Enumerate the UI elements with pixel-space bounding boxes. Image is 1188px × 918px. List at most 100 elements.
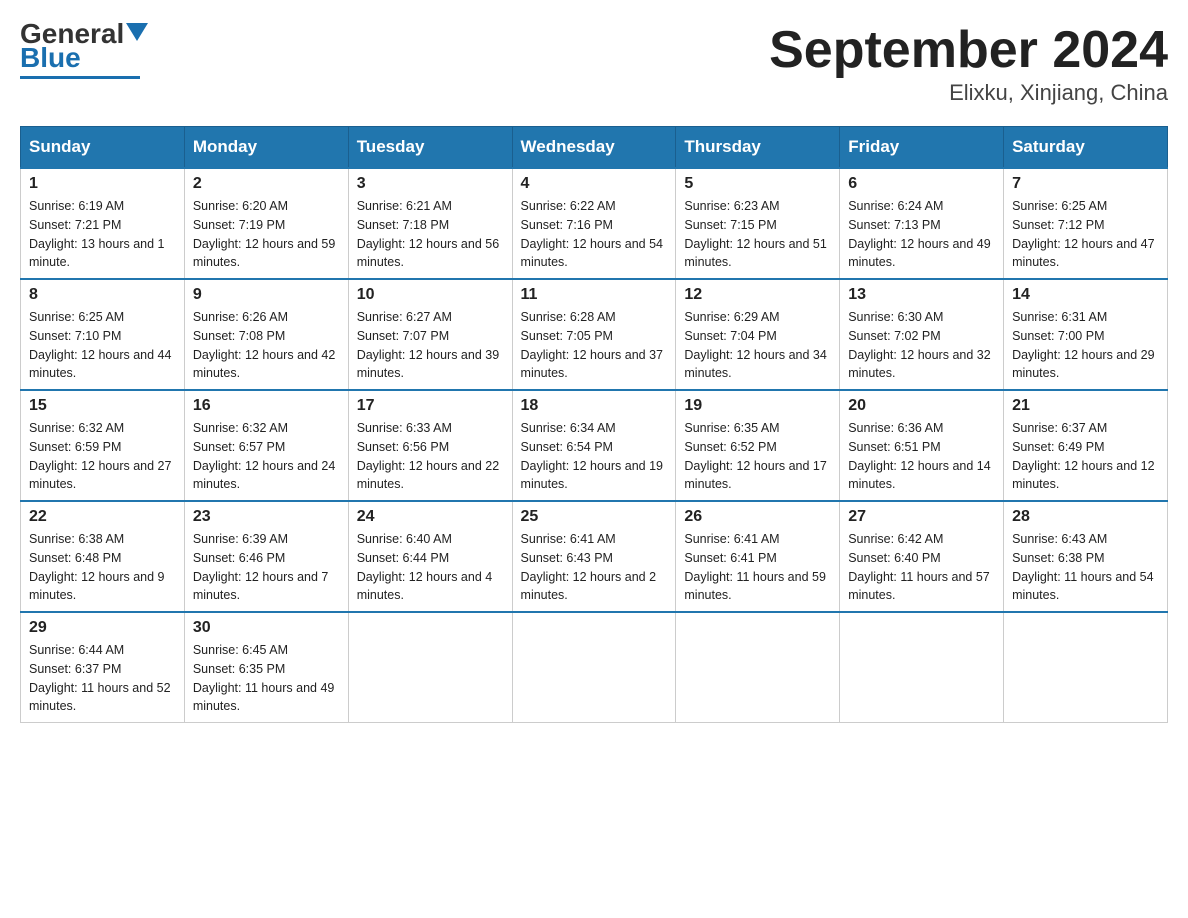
day-number: 23: [193, 508, 340, 526]
header-sunday: Sunday: [21, 127, 185, 169]
day-info: Sunrise: 6:21 AM Sunset: 7:18 PM Dayligh…: [357, 197, 504, 272]
sunrise-label: Sunrise: 6:37 AM: [1012, 421, 1107, 435]
day-info: Sunrise: 6:37 AM Sunset: 6:49 PM Dayligh…: [1012, 419, 1159, 494]
daylight-label: Daylight: 12 hours and 7 minutes.: [193, 570, 329, 603]
sunrise-label: Sunrise: 6:41 AM: [521, 532, 616, 546]
table-row: [840, 612, 1004, 723]
logo-blue-text: Blue: [20, 44, 81, 72]
daylight-label: Daylight: 12 hours and 49 minutes.: [848, 237, 990, 270]
daylight-label: Daylight: 12 hours and 51 minutes.: [684, 237, 826, 270]
day-number: 4: [521, 175, 668, 193]
sunset-label: Sunset: 7:02 PM: [848, 329, 940, 343]
daylight-label: Daylight: 12 hours and 56 minutes.: [357, 237, 499, 270]
daylight-label: Daylight: 12 hours and 54 minutes.: [521, 237, 663, 270]
daylight-label: Daylight: 12 hours and 22 minutes.: [357, 459, 499, 492]
calendar-week-row: 22 Sunrise: 6:38 AM Sunset: 6:48 PM Dayl…: [21, 501, 1168, 612]
day-info: Sunrise: 6:41 AM Sunset: 6:43 PM Dayligh…: [521, 530, 668, 605]
day-number: 2: [193, 175, 340, 193]
table-row: 18 Sunrise: 6:34 AM Sunset: 6:54 PM Dayl…: [512, 390, 676, 501]
sunrise-label: Sunrise: 6:38 AM: [29, 532, 124, 546]
table-row: 22 Sunrise: 6:38 AM Sunset: 6:48 PM Dayl…: [21, 501, 185, 612]
sunset-label: Sunset: 6:57 PM: [193, 440, 285, 454]
sunset-label: Sunset: 6:51 PM: [848, 440, 940, 454]
day-info: Sunrise: 6:27 AM Sunset: 7:07 PM Dayligh…: [357, 308, 504, 383]
title-area: September 2024 Elixku, Xinjiang, China: [769, 20, 1168, 106]
table-row: 19 Sunrise: 6:35 AM Sunset: 6:52 PM Dayl…: [676, 390, 840, 501]
day-info: Sunrise: 6:31 AM Sunset: 7:00 PM Dayligh…: [1012, 308, 1159, 383]
day-info: Sunrise: 6:36 AM Sunset: 6:51 PM Dayligh…: [848, 419, 995, 494]
table-row: 6 Sunrise: 6:24 AM Sunset: 7:13 PM Dayli…: [840, 168, 1004, 279]
sunset-label: Sunset: 7:18 PM: [357, 218, 449, 232]
day-number: 1: [29, 175, 176, 193]
day-number: 21: [1012, 397, 1159, 415]
sunset-label: Sunset: 6:52 PM: [684, 440, 776, 454]
daylight-label: Daylight: 12 hours and 14 minutes.: [848, 459, 990, 492]
daylight-label: Daylight: 12 hours and 27 minutes.: [29, 459, 171, 492]
day-info: Sunrise: 6:29 AM Sunset: 7:04 PM Dayligh…: [684, 308, 831, 383]
table-row: 12 Sunrise: 6:29 AM Sunset: 7:04 PM Dayl…: [676, 279, 840, 390]
day-number: 27: [848, 508, 995, 526]
daylight-label: Daylight: 12 hours and 24 minutes.: [193, 459, 335, 492]
table-row: 15 Sunrise: 6:32 AM Sunset: 6:59 PM Dayl…: [21, 390, 185, 501]
daylight-label: Daylight: 12 hours and 19 minutes.: [521, 459, 663, 492]
sunrise-label: Sunrise: 6:32 AM: [193, 421, 288, 435]
sunrise-label: Sunrise: 6:22 AM: [521, 199, 616, 213]
sunrise-label: Sunrise: 6:39 AM: [193, 532, 288, 546]
sunrise-label: Sunrise: 6:23 AM: [684, 199, 779, 213]
header-wednesday: Wednesday: [512, 127, 676, 169]
day-number: 8: [29, 286, 176, 304]
day-info: Sunrise: 6:25 AM Sunset: 7:12 PM Dayligh…: [1012, 197, 1159, 272]
header-saturday: Saturday: [1004, 127, 1168, 169]
sunrise-label: Sunrise: 6:32 AM: [29, 421, 124, 435]
table-row: 11 Sunrise: 6:28 AM Sunset: 7:05 PM Dayl…: [512, 279, 676, 390]
sunrise-label: Sunrise: 6:33 AM: [357, 421, 452, 435]
table-row: 28 Sunrise: 6:43 AM Sunset: 6:38 PM Dayl…: [1004, 501, 1168, 612]
sunrise-label: Sunrise: 6:29 AM: [684, 310, 779, 324]
weekday-header-row: Sunday Monday Tuesday Wednesday Thursday…: [21, 127, 1168, 169]
day-info: Sunrise: 6:34 AM Sunset: 6:54 PM Dayligh…: [521, 419, 668, 494]
day-info: Sunrise: 6:40 AM Sunset: 6:44 PM Dayligh…: [357, 530, 504, 605]
sunrise-label: Sunrise: 6:25 AM: [1012, 199, 1107, 213]
table-row: 10 Sunrise: 6:27 AM Sunset: 7:07 PM Dayl…: [348, 279, 512, 390]
sunset-label: Sunset: 6:56 PM: [357, 440, 449, 454]
day-info: Sunrise: 6:44 AM Sunset: 6:37 PM Dayligh…: [29, 641, 176, 716]
logo-underline: [20, 76, 140, 79]
day-number: 9: [193, 286, 340, 304]
day-info: Sunrise: 6:22 AM Sunset: 7:16 PM Dayligh…: [521, 197, 668, 272]
day-number: 10: [357, 286, 504, 304]
month-title: September 2024: [769, 20, 1168, 80]
day-info: Sunrise: 6:32 AM Sunset: 6:59 PM Dayligh…: [29, 419, 176, 494]
day-number: 18: [521, 397, 668, 415]
day-number: 16: [193, 397, 340, 415]
sunset-label: Sunset: 7:04 PM: [684, 329, 776, 343]
day-number: 6: [848, 175, 995, 193]
table-row: [676, 612, 840, 723]
day-info: Sunrise: 6:41 AM Sunset: 6:41 PM Dayligh…: [684, 530, 831, 605]
sunset-label: Sunset: 6:37 PM: [29, 662, 121, 676]
table-row: 25 Sunrise: 6:41 AM Sunset: 6:43 PM Dayl…: [512, 501, 676, 612]
sunset-label: Sunset: 6:38 PM: [1012, 551, 1104, 565]
daylight-label: Daylight: 12 hours and 29 minutes.: [1012, 348, 1154, 381]
day-info: Sunrise: 6:42 AM Sunset: 6:40 PM Dayligh…: [848, 530, 995, 605]
sunset-label: Sunset: 6:44 PM: [357, 551, 449, 565]
daylight-label: Daylight: 11 hours and 49 minutes.: [193, 681, 335, 714]
table-row: 8 Sunrise: 6:25 AM Sunset: 7:10 PM Dayli…: [21, 279, 185, 390]
table-row: [348, 612, 512, 723]
sunset-label: Sunset: 7:10 PM: [29, 329, 121, 343]
daylight-label: Daylight: 12 hours and 44 minutes.: [29, 348, 171, 381]
table-row: 21 Sunrise: 6:37 AM Sunset: 6:49 PM Dayl…: [1004, 390, 1168, 501]
header-friday: Friday: [840, 127, 1004, 169]
sunrise-label: Sunrise: 6:30 AM: [848, 310, 943, 324]
day-info: Sunrise: 6:32 AM Sunset: 6:57 PM Dayligh…: [193, 419, 340, 494]
day-number: 7: [1012, 175, 1159, 193]
daylight-label: Daylight: 11 hours and 54 minutes.: [1012, 570, 1154, 603]
sunrise-label: Sunrise: 6:45 AM: [193, 643, 288, 657]
header-thursday: Thursday: [676, 127, 840, 169]
sunset-label: Sunset: 6:35 PM: [193, 662, 285, 676]
day-info: Sunrise: 6:23 AM Sunset: 7:15 PM Dayligh…: [684, 197, 831, 272]
table-row: 26 Sunrise: 6:41 AM Sunset: 6:41 PM Dayl…: [676, 501, 840, 612]
day-info: Sunrise: 6:28 AM Sunset: 7:05 PM Dayligh…: [521, 308, 668, 383]
table-row: 1 Sunrise: 6:19 AM Sunset: 7:21 PM Dayli…: [21, 168, 185, 279]
sunrise-label: Sunrise: 6:42 AM: [848, 532, 943, 546]
calendar-week-row: 1 Sunrise: 6:19 AM Sunset: 7:21 PM Dayli…: [21, 168, 1168, 279]
